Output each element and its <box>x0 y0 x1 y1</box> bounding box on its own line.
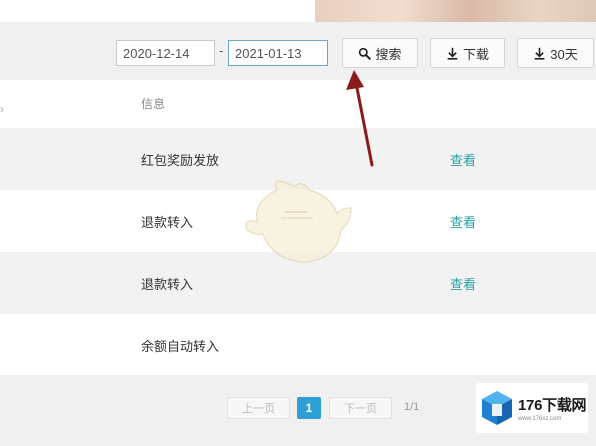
watermark-site: www.176xz.com <box>518 416 562 422</box>
site-watermark-logo: 176下载网 www.176xz.com <box>476 383 588 433</box>
pointer-arrow-icon <box>346 70 374 167</box>
cube-logo-icon <box>482 391 512 425</box>
watermark-brand: 176下载网 <box>518 397 587 414</box>
